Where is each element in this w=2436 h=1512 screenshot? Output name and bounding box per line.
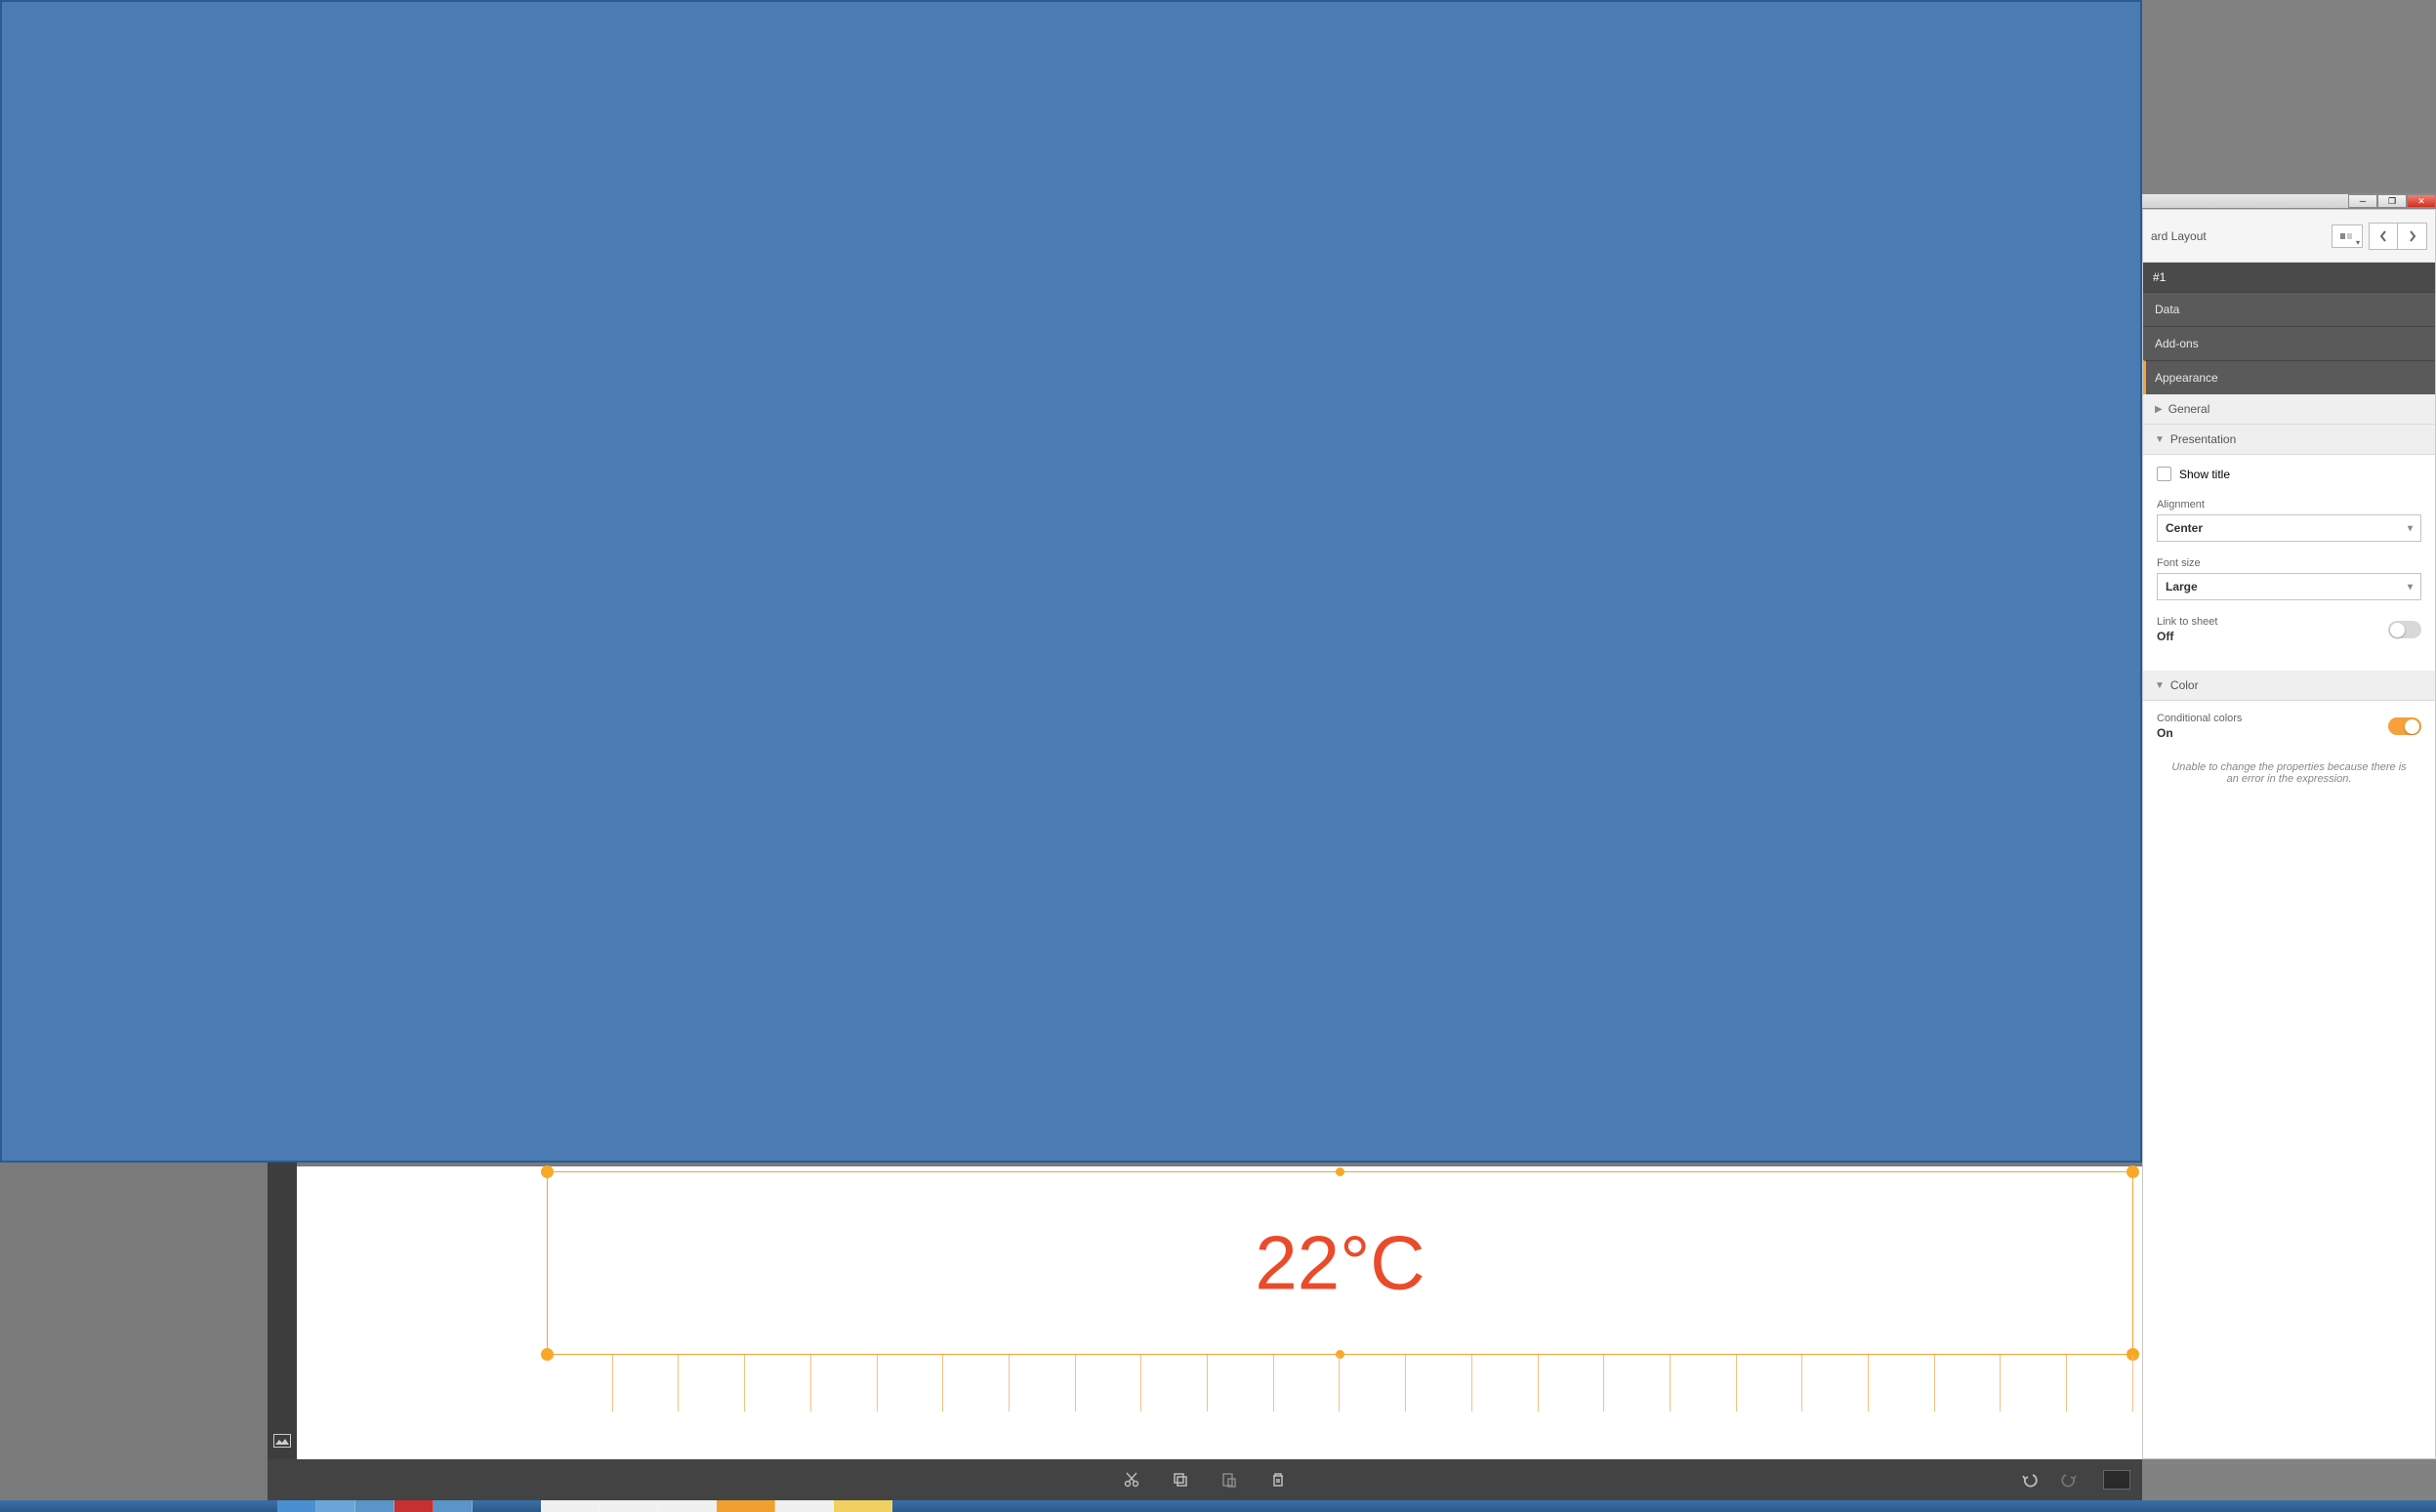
- link-to-sheet-label: Link to sheet: [2157, 616, 2217, 628]
- kpi-object-selected[interactable]: 22°C: [547, 1171, 2133, 1355]
- subsection-color[interactable]: ▼ Color: [2143, 671, 2435, 701]
- conditional-colors-value: On: [2157, 726, 2242, 740]
- undo-icon[interactable]: [2019, 1469, 2041, 1491]
- subsection-presentation[interactable]: ▼ Presentation: [2143, 425, 2435, 455]
- kpi-value-text: 22°C: [548, 1219, 2132, 1308]
- delete-icon[interactable]: [1267, 1469, 1289, 1491]
- alignment-label: Alignment: [2157, 499, 2421, 511]
- link-to-sheet-value: Off: [2157, 630, 2217, 643]
- blue-overlay-panel: [0, 0, 2142, 1163]
- grid-ticks: [547, 1355, 2133, 1423]
- next-button[interactable]: [2398, 223, 2427, 250]
- panel-header-title: ard Layout: [2151, 229, 2332, 243]
- window-titlebar: ─ ❐ ✕: [2142, 193, 2436, 209]
- alignment-select[interactable]: Center: [2157, 514, 2421, 542]
- panel-header: ard Layout ▾: [2143, 210, 2435, 263]
- chevron-down-icon: ▼: [2155, 680, 2165, 691]
- color-form: Conditional colors On Unable to change t…: [2143, 701, 2435, 802]
- redo-icon[interactable]: [2058, 1469, 2080, 1491]
- properties-panel: ard Layout ▾ #1 Data Add-ons Appearance …: [2142, 209, 2436, 1459]
- resize-handle-tm[interactable]: [1336, 1167, 1344, 1176]
- close-button[interactable]: ✕: [2407, 194, 2436, 208]
- presentation-form: Show title Alignment Center Font size La…: [2143, 455, 2435, 671]
- subsection-general[interactable]: ▶ General: [2143, 394, 2435, 425]
- resize-handle-tl[interactable]: [541, 1165, 554, 1178]
- os-taskbar[interactable]: [0, 1500, 2436, 1512]
- device-view-icon[interactable]: [2103, 1470, 2130, 1490]
- section-data[interactable]: Data: [2143, 292, 2435, 326]
- fontsize-label: Font size: [2157, 557, 2421, 569]
- section-addons[interactable]: Add-ons: [2143, 326, 2435, 360]
- chevron-down-icon: ▼: [2155, 434, 2165, 445]
- color-error-message: Unable to change the properties because …: [2157, 756, 2421, 791]
- cut-icon[interactable]: [1121, 1469, 1142, 1491]
- chevron-right-icon: ▶: [2155, 404, 2163, 415]
- conditional-colors-toggle[interactable]: [2388, 717, 2421, 735]
- image-gallery-icon[interactable]: [273, 1434, 291, 1448]
- conditional-colors-label: Conditional colors: [2157, 713, 2242, 724]
- maximize-button[interactable]: ❐: [2377, 194, 2407, 208]
- fontsize-select[interactable]: Large: [2157, 573, 2421, 600]
- copy-icon[interactable]: [1170, 1469, 1191, 1491]
- show-title-label: Show title: [2179, 468, 2230, 481]
- show-title-checkbox[interactable]: [2157, 467, 2171, 481]
- editor-bottom-toolbar: [268, 1459, 2142, 1500]
- resize-handle-tr[interactable]: [2126, 1165, 2139, 1178]
- minimize-button[interactable]: ─: [2348, 194, 2377, 208]
- section-appearance[interactable]: Appearance: [2143, 360, 2435, 394]
- layout-thumb-dropdown[interactable]: ▾: [2332, 225, 2363, 248]
- paste-icon[interactable]: [1218, 1469, 1240, 1491]
- link-to-sheet-toggle[interactable]: [2388, 621, 2421, 638]
- object-id-label: #1: [2143, 263, 2435, 292]
- prev-button[interactable]: [2369, 223, 2398, 250]
